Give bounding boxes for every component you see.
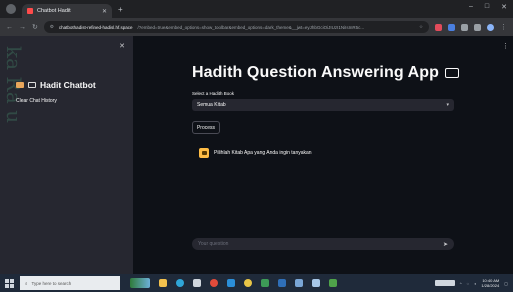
opera-icon[interactable] — [210, 279, 218, 287]
maximize-icon[interactable]: □ — [485, 3, 489, 11]
tray-widget-icon[interactable] — [434, 280, 455, 286]
sidepanel-icon[interactable] — [474, 23, 481, 31]
browser-toolbar: ← → ↻ ⚙ chatbothadist-refined-hadisl.hf.… — [0, 18, 513, 36]
assistant-message: Pilihlah Kitab Apa yang Anda ingin tanya… — [199, 148, 312, 158]
address-bar[interactable]: ⚙ chatbothadist-refined-hadisl.hf.space … — [43, 21, 429, 33]
assistant-message-text: Pilihlah Kitab Apa yang Anda ingin tanya… — [214, 150, 312, 156]
app-icon-2[interactable] — [261, 279, 269, 287]
reload-icon[interactable]: ↻ — [32, 23, 38, 31]
hadith-book-select[interactable]: Semua Kitab ▾ — [192, 99, 454, 111]
bookmark-star-icon[interactable]: ☆ — [419, 24, 423, 30]
sidebar-title-text: Hadit Chatbot — [40, 80, 96, 90]
system-tray: ^ ◌ ◖ 10:40 AM 1/28/2024 ▢ — [434, 278, 508, 288]
sidebar-title: Hadit Chatbot — [16, 80, 96, 90]
screen: Chatbot Hadit ✕ + – □ ✕ ← → ↻ ⚙ chatboth… — [0, 0, 513, 292]
app-icon-5[interactable] — [312, 279, 320, 287]
clock-date: 1/28/2024 — [481, 283, 500, 288]
page-title: Hadith Question Answering App — [192, 64, 460, 82]
back-icon[interactable]: ← — [6, 24, 13, 31]
browser-tabbar: Chatbot Hadit ✕ + – □ ✕ — [0, 0, 513, 18]
chat-bubble-icon — [445, 68, 460, 78]
site-info-icon[interactable]: ⚙ — [50, 24, 54, 30]
volume-icon[interactable]: ◖ — [474, 281, 476, 286]
browser-tab[interactable]: Chatbot Hadit ✕ — [22, 4, 112, 18]
browser-menu-icon[interactable] — [6, 4, 16, 14]
chat-input[interactable] — [198, 241, 443, 247]
taskbar-search[interactable]: ⌕ Type here to search — [20, 276, 120, 290]
taskbar: ⌕ Type here to search ^ ◌ ◖ 10:40 AM 1/2… — [0, 274, 513, 292]
send-icon[interactable]: ➤ — [443, 241, 448, 248]
vscode-icon[interactable] — [227, 279, 235, 287]
close-window-icon[interactable]: ✕ — [501, 3, 507, 11]
app-icon-3[interactable] — [278, 279, 286, 287]
main-content: ⋮ Hadith Question Answering App Select a… — [133, 36, 513, 274]
notifications-icon[interactable]: ▢ — [504, 281, 508, 286]
app-icon-1[interactable] — [193, 279, 201, 287]
window-controls: – □ ✕ — [469, 3, 507, 11]
page-title-text: Hadith Question Answering App — [192, 64, 440, 81]
sidebar-title-emoji-icon — [16, 82, 24, 88]
taskbar-search-placeholder: Type here to search — [31, 280, 72, 286]
weather-widget-icon[interactable] — [130, 278, 150, 288]
clock[interactable]: 10:40 AM 1/28/2024 — [481, 278, 499, 288]
tray-chevron-icon[interactable]: ^ — [460, 281, 462, 286]
tab-close-icon[interactable]: ✕ — [102, 8, 107, 15]
extension-red-icon[interactable] — [435, 23, 442, 31]
select-label: Select a Hadith Book — [192, 91, 235, 96]
streamlit-favicon-icon — [27, 8, 33, 14]
app-menu-icon[interactable]: ⋮ — [502, 42, 509, 50]
app-icon-4[interactable] — [295, 279, 303, 287]
windows-start-icon[interactable] — [5, 278, 14, 288]
address-path: /?embed=true&embed_options=show_toolbar&… — [137, 24, 365, 30]
extensions-icon[interactable] — [461, 23, 468, 31]
file-explorer-icon[interactable] — [159, 279, 167, 287]
tab-title: Chatbot Hadit — [37, 8, 71, 14]
forward-icon[interactable]: → — [19, 24, 26, 31]
minimize-icon[interactable]: – — [469, 3, 473, 11]
process-button[interactable]: Process — [192, 121, 220, 134]
sidebar-chat-icon — [28, 82, 36, 88]
chrome-menu-icon[interactable]: ⋮ — [500, 23, 507, 31]
extension-blue-icon[interactable] — [448, 23, 455, 31]
sidebar-close-icon[interactable]: ✕ — [119, 42, 125, 50]
chrome-icon[interactable] — [244, 279, 252, 287]
assistant-avatar-icon — [199, 148, 209, 158]
app-icon-6[interactable] — [329, 279, 337, 287]
profile-icon[interactable] — [487, 23, 494, 31]
sidebar: ✕ ka Ra u Hadit Chatbot Clear Chat Histo… — [0, 36, 133, 274]
network-icon[interactable]: ◌ — [467, 281, 469, 286]
address-host: chatbothadist-refined-hadisl.hf.space — [58, 24, 133, 30]
new-tab-icon[interactable]: + — [118, 5, 123, 14]
chevron-down-icon: ▾ — [446, 102, 449, 108]
chat-input-container: ➤ — [192, 238, 454, 250]
search-icon: ⌕ — [25, 280, 28, 286]
select-value: Semua Kitab — [197, 102, 226, 108]
taskbar-apps — [130, 278, 337, 288]
edge-icon[interactable] — [176, 279, 184, 287]
clear-chat-button[interactable]: Clear Chat History — [16, 98, 57, 104]
